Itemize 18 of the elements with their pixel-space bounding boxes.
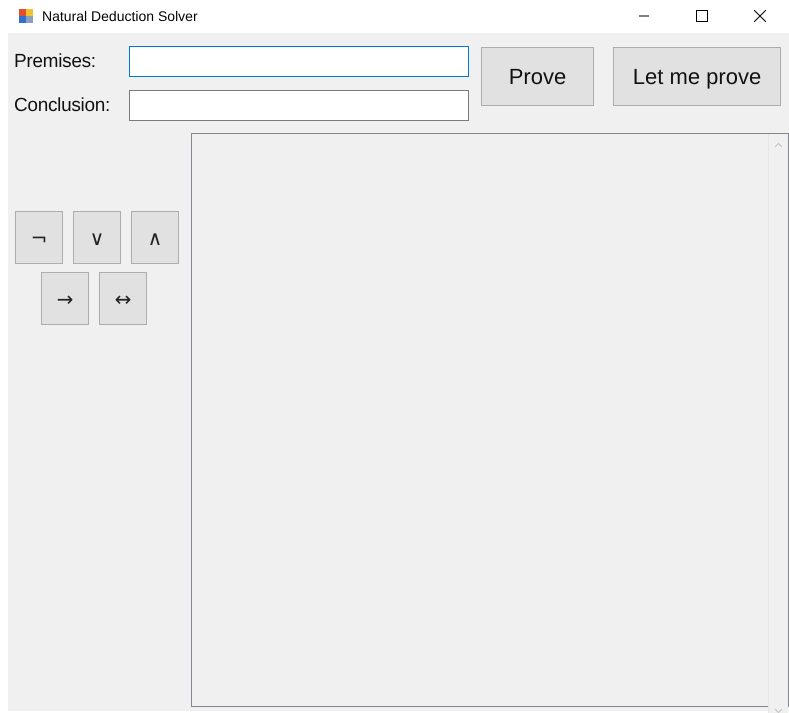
- scroll-down-icon[interactable]: [774, 708, 783, 713]
- symbol-button[interactable]: ↔: [99, 272, 147, 325]
- input-field[interactable]: [129, 46, 469, 77]
- scrollbar[interactable]: [768, 134, 788, 713]
- field-label: Conclusion:: [14, 94, 111, 116]
- symbol-button[interactable]: ∧: [131, 211, 179, 264]
- prove-button[interactable]: Prove: [481, 47, 594, 106]
- close-icon: [754, 10, 766, 22]
- symbol-button[interactable]: →: [41, 272, 89, 325]
- app-icon: [18, 8, 34, 24]
- window-title: Natural Deduction Solver: [42, 8, 199, 24]
- symbol-button[interactable]: ¬: [15, 211, 63, 264]
- symbol-button[interactable]: ∨: [73, 211, 121, 264]
- maximize-icon: [696, 10, 708, 22]
- scroll-up-icon[interactable]: [774, 142, 783, 148]
- input-field[interactable]: [129, 90, 469, 121]
- let-me-prove-button[interactable]: Let me prove: [613, 47, 781, 106]
- field-label: Premises:: [14, 50, 97, 72]
